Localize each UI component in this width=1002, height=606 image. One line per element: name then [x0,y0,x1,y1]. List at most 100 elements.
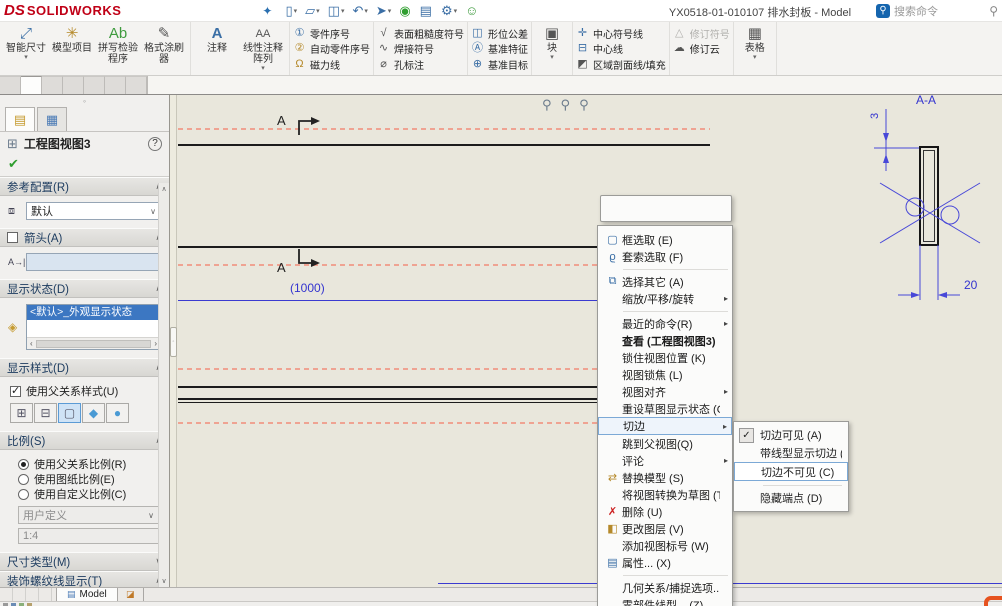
hole-callout-button[interactable]: ⌀ 孔标注 [377,57,464,71]
dimension-text-1000[interactable]: (1000) [290,281,325,295]
surface-finish-button[interactable]: √ 表面粗糙度符号 [377,26,464,40]
arrow-label-input[interactable] [26,253,161,271]
section-dimension-type[interactable]: 尺寸类型(M) ∨ [0,552,169,571]
list-horizontal-scrollbar[interactable]: ‹ › [27,337,160,349]
save-button[interactable]: ◫ ▾ [324,3,349,19]
centerline-button[interactable]: ⊟ 中心线 [576,42,666,56]
motion-study-tab[interactable]: ◪ [118,588,144,601]
ctx-jump-to-parent-view[interactable]: 跳到父视图(Q) [598,435,732,452]
scrollbar-thumb[interactable] [36,340,152,348]
style-hidden-lines-removed-button[interactable]: ▢ [58,403,81,423]
ctx-view-alignment[interactable]: 视图对齐 ▸ [598,383,732,400]
scroll-right-icon[interactable]: › [154,339,157,348]
spell-check-button[interactable]: Ab 拼写检验程序 [95,23,141,74]
sub-tangent-edges-removed[interactable]: 切边不可见 (C) [734,462,848,481]
scroll-up-icon[interactable]: ∧ [161,185,166,193]
ctx-replace-model[interactable]: ⇄ 替换模型 (S) [598,469,732,486]
table-button[interactable]: ▦ 表格 ▾ [737,23,773,74]
open-button[interactable]: ▱ ▾ [301,3,324,19]
section-cosmetic-thread-display[interactable]: 装饰螺纹线显示(T) ∧ [0,571,169,587]
model-tab[interactable]: ▤ Model [56,588,118,601]
zoom-to-area-icon[interactable]: ⚲ [561,97,571,113]
undo-button[interactable]: ↶ ▾ [348,3,371,19]
smart-dimension-button[interactable]: ⤢ 智能尺寸 ▾ [3,23,49,74]
use-sheet-scale-radio[interactable] [18,474,29,485]
arrow-checkbox[interactable] [7,232,18,243]
scroll-down-icon[interactable]: ∨ [161,577,166,585]
nav-first-button[interactable] [0,588,13,601]
ctx-add-view-label[interactable]: 添加视图标号 (W) [598,537,732,554]
ctx-change-layer[interactable]: ◧ 更改图层 (V) [598,520,732,537]
block-button[interactable]: ▣ 块 ▾ [535,23,569,74]
ctx-convert-view-to-sketch[interactable]: 将视图转换为草图 (T) [598,486,732,503]
display-state-list[interactable]: <默认>_外观显示状态 ‹ › [26,304,161,350]
section-display-style[interactable]: 显示样式(D) ∧ [0,358,169,377]
new-button[interactable]: ▯ ▾ [281,3,301,19]
ctx-relations-snaps-options[interactable]: 几何关系/捕捉选项... (Y) [598,579,732,596]
center-mark-button[interactable]: ✛ 中心符号线 [576,26,666,40]
use-parent-scale-radio[interactable] [18,459,29,470]
help-button[interactable]: ? [148,137,162,151]
search-box[interactable]: ⚲ 搜索命令 ⚲ [876,3,998,19]
ctx-recent-commands[interactable]: 最近的命令(R) ▸ [598,315,732,332]
plate-section-outline[interactable] [920,147,938,245]
panel-scrollbar[interactable]: ∧ ∨ [158,183,169,587]
section-display-state[interactable]: 显示状态(D) ∧ [0,279,169,298]
dimension-text-3[interactable]: 3 [869,113,881,119]
model-items-button[interactable]: ✳ 模型项目 [49,23,95,74]
ctx-select-other[interactable]: ⧉ 选择其它 (A) [598,273,732,290]
nav-prev-button[interactable] [13,588,26,601]
zoom-to-fit-icon[interactable]: ⚲ [542,97,552,113]
scroll-left-icon[interactable]: ‹ [30,339,33,348]
display-state-selected-item[interactable]: <默认>_外观显示状态 [27,305,160,320]
gtol-button[interactable]: ◫ 形位公差 [471,26,528,40]
rebuild-button[interactable]: ◉ [395,3,415,19]
ok-check-button[interactable]: ✔ [0,155,169,177]
drawing-canvas[interactable]: (1000) A A A-A 3 [170,95,1002,587]
ctx-tangent-edge[interactable]: 切边 ▸ [598,417,732,435]
properties-button[interactable]: ▤ [416,3,437,19]
ctx-lock-view-focus[interactable]: 视图锁焦 (L) [598,366,732,383]
panel-grip-handle[interactable]: ◦ [0,95,169,107]
caret-down-icon[interactable]: ▾ [24,54,28,62]
section-arrow-bottom[interactable]: A [265,241,325,277]
revision-cloud-button[interactable]: ☁ 修订云 [673,42,730,56]
ctx-reset-sketch-visibility[interactable]: 重设草图显示状态 (O) [598,400,732,417]
ctx-properties[interactable]: ▤ 属性... (X) [598,554,732,571]
ctx-lock-view-position[interactable]: 锁住视图位置 (K) [598,349,732,366]
ctx-comment[interactable]: 评论 ▸ [598,452,732,469]
caret-down-icon[interactable]: ▾ [550,54,554,62]
zoom-in-out-icon[interactable]: ⚲ [579,97,589,113]
balloon-button[interactable]: ① 零件序号 [293,26,370,40]
note-button[interactable]: A 注释 [194,23,240,74]
ctx-lasso-select[interactable]: ϱ 套索选取 (F) [598,248,732,265]
style-shaded-with-edges-button[interactable]: ◆ [82,403,105,423]
weld-symbol-button[interactable]: ∿ 焊接符号 [377,42,464,56]
weld-symbol-circle-right[interactable] [941,206,959,224]
centerline-top-dashed[interactable] [178,128,710,130]
linear-note-pattern-button[interactable]: AA 线性注释阵列 ▾ [240,23,286,74]
view-label-a-a[interactable]: A-A [916,95,936,107]
user-button[interactable]: ☺ [461,3,483,18]
configuration-dropdown[interactable]: 默认 ∨ [26,202,161,220]
tab-property-manager[interactable]: ▤ [5,107,35,131]
magnetic-line-button[interactable]: Ω 磁力线 [293,57,370,71]
ctx-box-select[interactable]: ▢ 框选取 (E) [598,231,732,248]
nav-last-button[interactable] [39,588,52,601]
pin-icon[interactable]: ✦ [255,4,279,18]
tab-configuration[interactable]: ▦ [37,107,67,131]
plate-top-edge-line[interactable] [178,144,710,146]
section-scale[interactable]: 比例(S) ∧ [0,431,169,450]
use-custom-scale-radio[interactable] [18,489,29,500]
tab-annotation[interactable] [21,76,42,94]
select-button[interactable]: ➤ ▾ [372,3,395,19]
tab-sheet-layout[interactable] [0,76,21,94]
ruler-popout-handle[interactable]: ◦ [170,327,177,357]
tab-sheet-format[interactable] [105,76,126,94]
ctx-zoom-pan-rotate[interactable]: 缩放/平移/旋转 ▸ [598,290,732,307]
sub-hide-ends[interactable]: 隐藏端点 (D) [734,489,848,507]
format-painter-button[interactable]: ✎ 格式涂刷器 [141,23,187,74]
tab-sketch[interactable] [42,76,63,94]
tab-evaluate[interactable] [63,76,84,94]
caret-down-icon[interactable]: ▾ [261,65,265,73]
